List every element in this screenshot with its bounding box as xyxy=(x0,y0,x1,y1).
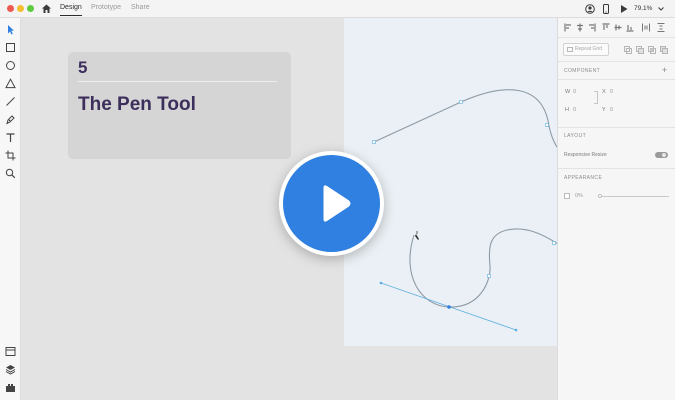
repeat-grid-button[interactable]: Repeat Grid xyxy=(563,43,609,56)
lesson-title-card: 5 The Pen Tool xyxy=(68,52,291,159)
polygon-icon[interactable] xyxy=(5,78,16,89)
card-divider xyxy=(78,81,277,82)
boolean-intersect-icon[interactable] xyxy=(648,46,656,54)
artboard-icon[interactable] xyxy=(5,150,16,161)
divider xyxy=(558,168,675,169)
responsive-resize-toggle[interactable] xyxy=(655,152,668,158)
zoom-level[interactable]: 79.1% xyxy=(634,5,652,12)
repeat-grid-icon xyxy=(567,47,573,52)
align-toolbar xyxy=(558,18,675,38)
layers-icon[interactable] xyxy=(5,364,16,375)
repeat-grid-label: Repeat Grid xyxy=(575,46,602,52)
height-field[interactable]: 0 xyxy=(573,107,576,113)
responsive-resize-label: Responsive Resize xyxy=(564,152,607,158)
add-component-button[interactable]: + xyxy=(662,65,667,75)
height-label: H xyxy=(565,107,569,113)
assets-icon[interactable] xyxy=(5,346,16,357)
xd-app-window: Design Prototype Share 79.1% 5 The Pen T… xyxy=(0,0,675,400)
boolean-exclude-icon[interactable] xyxy=(660,46,668,54)
tools-toolbar xyxy=(0,18,21,400)
title-bar: Design Prototype Share 79.1% xyxy=(0,0,675,18)
align-bottom-icon[interactable] xyxy=(626,23,634,32)
minimize-window-button[interactable] xyxy=(17,5,24,12)
align-middle-icon[interactable] xyxy=(614,23,622,32)
chevron-down-icon[interactable] xyxy=(657,4,665,14)
distribute-vertical-icon[interactable] xyxy=(657,23,665,32)
opacity-field[interactable]: 0% xyxy=(575,193,583,199)
y-field[interactable]: 0 xyxy=(610,107,613,113)
boolean-add-icon[interactable] xyxy=(624,46,632,54)
zoom-icon[interactable] xyxy=(5,168,16,179)
distribute-horizontal-icon[interactable] xyxy=(642,23,650,32)
y-label: Y xyxy=(602,107,606,113)
width-field[interactable]: 0 xyxy=(573,89,576,95)
text-icon[interactable] xyxy=(5,132,16,143)
align-top-icon[interactable] xyxy=(602,23,610,32)
opacity-slider-track[interactable] xyxy=(600,196,669,197)
width-label: W xyxy=(565,89,571,95)
divider xyxy=(558,79,675,80)
mobile-preview-icon[interactable] xyxy=(602,4,610,14)
line-icon[interactable] xyxy=(5,96,16,107)
layout-heading: LAYOUT xyxy=(564,133,587,139)
tab-prototype[interactable]: Prototype xyxy=(91,4,121,11)
play-icon xyxy=(323,185,351,222)
ellipse-icon[interactable] xyxy=(5,60,16,71)
align-center-icon[interactable] xyxy=(576,23,584,32)
component-heading: COMPONENT xyxy=(564,68,601,74)
lesson-number: 5 xyxy=(78,58,88,77)
video-play-button[interactable] xyxy=(279,151,384,256)
select-icon[interactable] xyxy=(5,24,16,35)
appearance-heading: APPEARANCE xyxy=(564,175,603,181)
align-left-icon[interactable] xyxy=(564,23,572,32)
x-field[interactable]: 0 xyxy=(610,89,613,95)
x-label: X xyxy=(602,89,606,95)
appearance-checkbox[interactable] xyxy=(564,193,570,199)
plugins-icon[interactable] xyxy=(5,382,16,393)
user-icon[interactable] xyxy=(585,4,595,14)
pen-icon[interactable] xyxy=(5,114,16,125)
boolean-subtract-icon[interactable] xyxy=(636,46,644,54)
home-icon[interactable] xyxy=(41,3,52,14)
design-canvas[interactable]: 5 The Pen Tool xyxy=(21,18,557,400)
rectangle-icon[interactable] xyxy=(5,42,16,53)
play-preview-icon[interactable] xyxy=(619,4,629,14)
tab-share[interactable]: Share xyxy=(131,4,150,11)
repeat-grid-row: Repeat Grid xyxy=(558,38,675,62)
close-window-button[interactable] xyxy=(7,5,14,12)
zoom-window-button[interactable] xyxy=(27,5,34,12)
lesson-title: The Pen Tool xyxy=(78,94,196,115)
align-right-icon[interactable] xyxy=(588,23,596,32)
aspect-lock-icon[interactable] xyxy=(594,91,598,104)
divider xyxy=(558,127,675,128)
opacity-slider-handle[interactable] xyxy=(598,194,602,198)
tab-design[interactable]: Design xyxy=(60,4,82,16)
property-inspector: Repeat Grid COMPONENT + W 0 H 0 X 0 Y 0 … xyxy=(557,18,675,400)
